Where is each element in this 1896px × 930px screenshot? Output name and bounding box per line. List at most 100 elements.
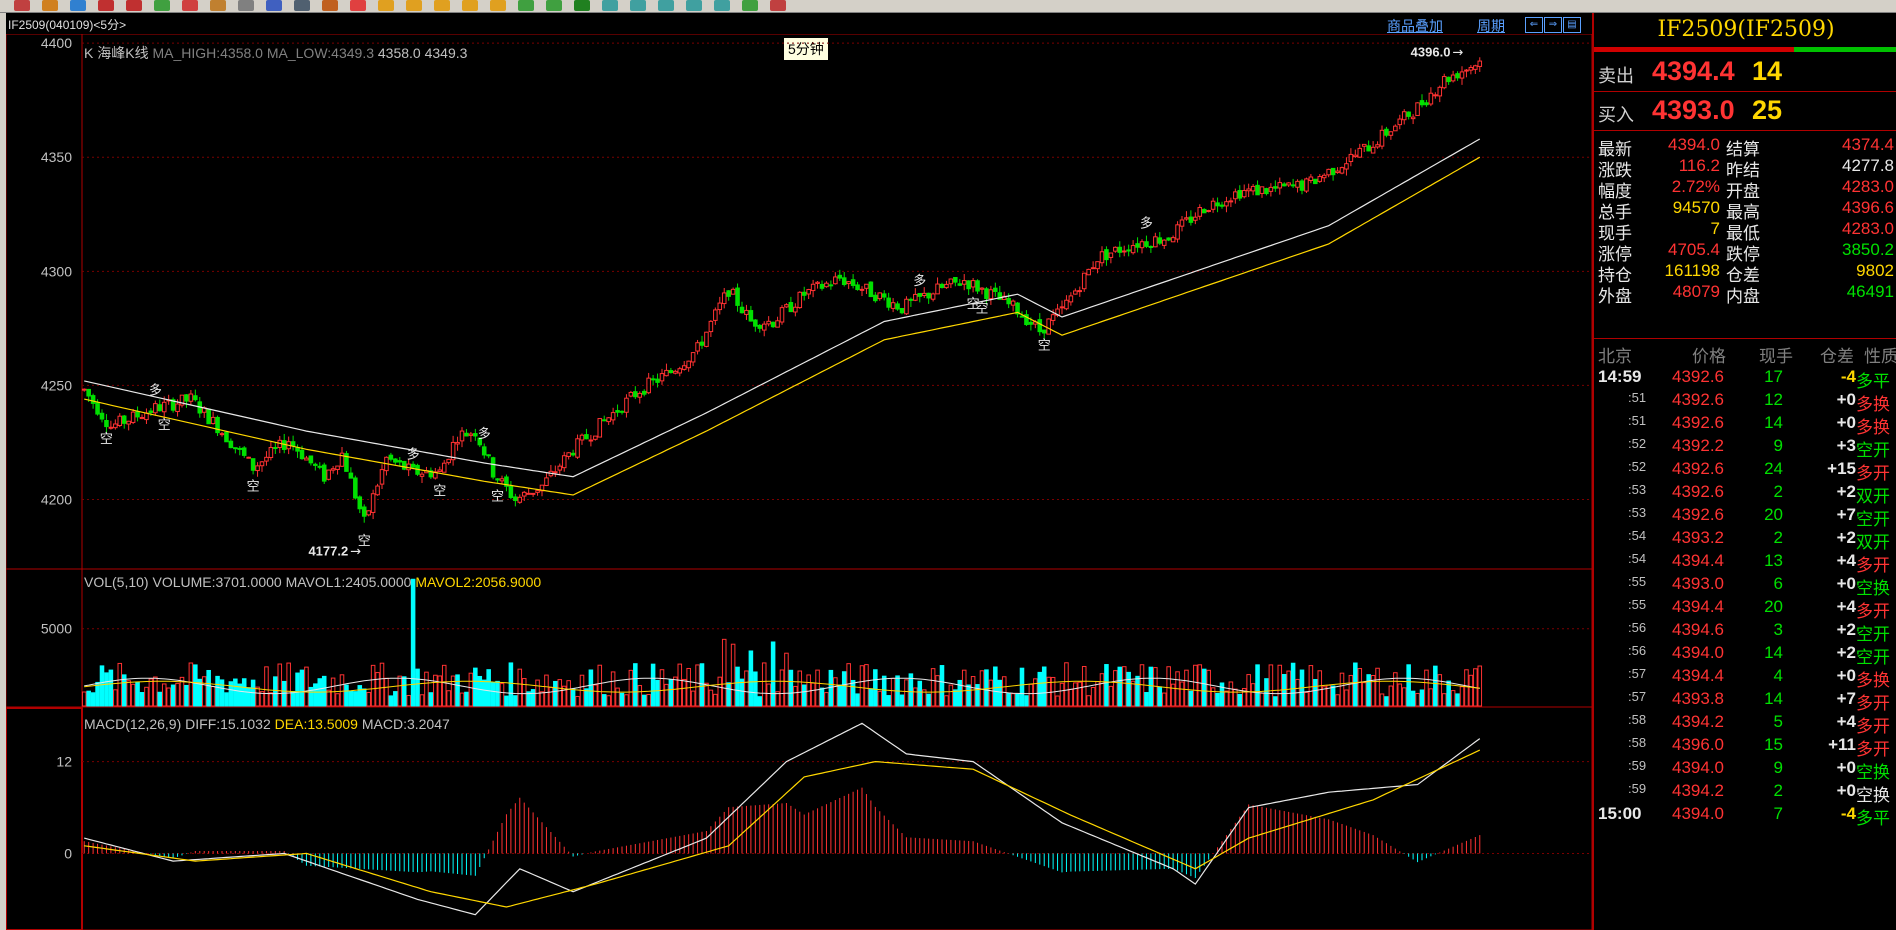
volume-bar (1157, 686, 1163, 707)
candle (1241, 184, 1247, 199)
volume-bar (721, 638, 727, 707)
signal-marker: 空 (247, 479, 260, 494)
volume-bar (353, 691, 358, 707)
volume-bar (517, 668, 523, 707)
5min-icon[interactable] (574, 0, 590, 11)
ask-row[interactable]: 卖出 4394.4 14 (1594, 53, 1896, 92)
month-icon[interactable] (434, 0, 450, 11)
volume-bar (1246, 674, 1251, 707)
tick-oi: -4 (1840, 804, 1856, 823)
volume-bar (939, 665, 945, 707)
bid-row[interactable]: 买入 4393.0 25 (1594, 92, 1896, 131)
1min-icon[interactable] (518, 0, 534, 11)
candle-body (1046, 318, 1051, 335)
period-link[interactable]: 周期 (1477, 16, 1505, 36)
candle-body (659, 373, 665, 382)
1h-icon[interactable] (742, 0, 758, 11)
indicator-icon[interactable] (154, 0, 170, 11)
candle (1081, 272, 1087, 292)
candle (450, 435, 456, 466)
quarter-icon[interactable] (462, 0, 478, 11)
week-icon[interactable] (406, 0, 422, 11)
tick-volume: 14 (1764, 413, 1783, 432)
volume-bar (384, 677, 389, 707)
grid-icon[interactable] (322, 0, 338, 11)
candle (1397, 114, 1403, 130)
overlay-commodity-link[interactable]: 商品叠加 (1387, 16, 1443, 36)
new-icon[interactable] (266, 0, 282, 11)
candle-body (148, 410, 154, 413)
candle (375, 483, 380, 496)
candle-body (1384, 128, 1389, 136)
nav-right-icon[interactable]: ⇒ (1544, 17, 1562, 33)
palette-icon[interactable] (210, 0, 226, 11)
tick-oi: +15 (1827, 459, 1856, 478)
ask-price: 4394.4 (1652, 56, 1735, 86)
tick-oi: +7 (1836, 505, 1856, 524)
volume-bar (401, 676, 407, 707)
candle (1366, 140, 1371, 152)
candle-body (664, 369, 669, 377)
volume-bar (1073, 682, 1078, 707)
volume-bar (997, 679, 1003, 707)
volume-bar (1308, 665, 1314, 707)
pin-icon[interactable] (238, 0, 254, 11)
candle-body (1228, 200, 1234, 203)
volume-bar (1006, 693, 1011, 707)
zoom-in-icon[interactable] (98, 0, 114, 11)
2h-icon[interactable] (686, 0, 702, 11)
list-icon[interactable] (294, 0, 310, 11)
volume-bar (948, 684, 954, 707)
candle (1268, 183, 1274, 197)
zoom-out-icon[interactable] (126, 0, 142, 11)
volume-bar (397, 675, 403, 707)
candle-body (313, 463, 318, 466)
candle-body (993, 287, 998, 292)
volume-bar (1464, 669, 1469, 707)
candle-body (890, 302, 896, 309)
kline-chart[interactable]: 440043504300425042005000120空多空空空多空多空多空空空… (6, 34, 1592, 930)
candle (846, 280, 851, 289)
tick-volume: 13 (1764, 551, 1783, 570)
tick-price: 4394.0 (1672, 758, 1724, 777)
candle-body (526, 492, 531, 495)
brush-icon[interactable] (182, 0, 198, 11)
4h-icon[interactable] (714, 0, 730, 11)
export-icon[interactable] (770, 0, 786, 11)
candle (1108, 252, 1114, 264)
candle-body (357, 496, 363, 510)
candle (1468, 64, 1474, 75)
tick-row[interactable]: 15:00 4394.0 7 -4 多平 (1594, 801, 1896, 828)
candle (961, 274, 967, 291)
nav-left-icon[interactable]: ⇐ (1525, 17, 1543, 33)
candle (1166, 237, 1171, 242)
candle (366, 510, 371, 517)
candle (1361, 143, 1367, 152)
candle (979, 287, 985, 295)
layout-icon[interactable]: ▤ (1563, 17, 1581, 33)
tick-time: :56 (1628, 620, 1647, 635)
candle-body (1388, 131, 1394, 136)
draw-icon[interactable] (70, 0, 86, 11)
candle (864, 283, 869, 295)
candle (824, 281, 829, 288)
volume-bar (833, 677, 838, 707)
signal-marker: 多 (1140, 216, 1153, 232)
candle-body (219, 433, 225, 436)
60min-icon[interactable] (658, 0, 674, 11)
candle (433, 467, 438, 480)
30min-icon[interactable] (630, 0, 646, 11)
candle-body (1041, 329, 1047, 334)
day-icon[interactable] (378, 0, 394, 11)
candle (379, 464, 385, 489)
volume-bar (859, 665, 865, 707)
home-icon[interactable] (14, 0, 30, 11)
candle (1433, 92, 1438, 99)
candle (446, 458, 451, 465)
15min-icon[interactable] (602, 0, 618, 11)
refresh-icon[interactable] (42, 0, 58, 11)
volume-bar (1064, 662, 1069, 707)
year-icon[interactable] (490, 0, 506, 11)
tick-icon[interactable] (350, 0, 366, 11)
3min-icon[interactable] (546, 0, 562, 11)
